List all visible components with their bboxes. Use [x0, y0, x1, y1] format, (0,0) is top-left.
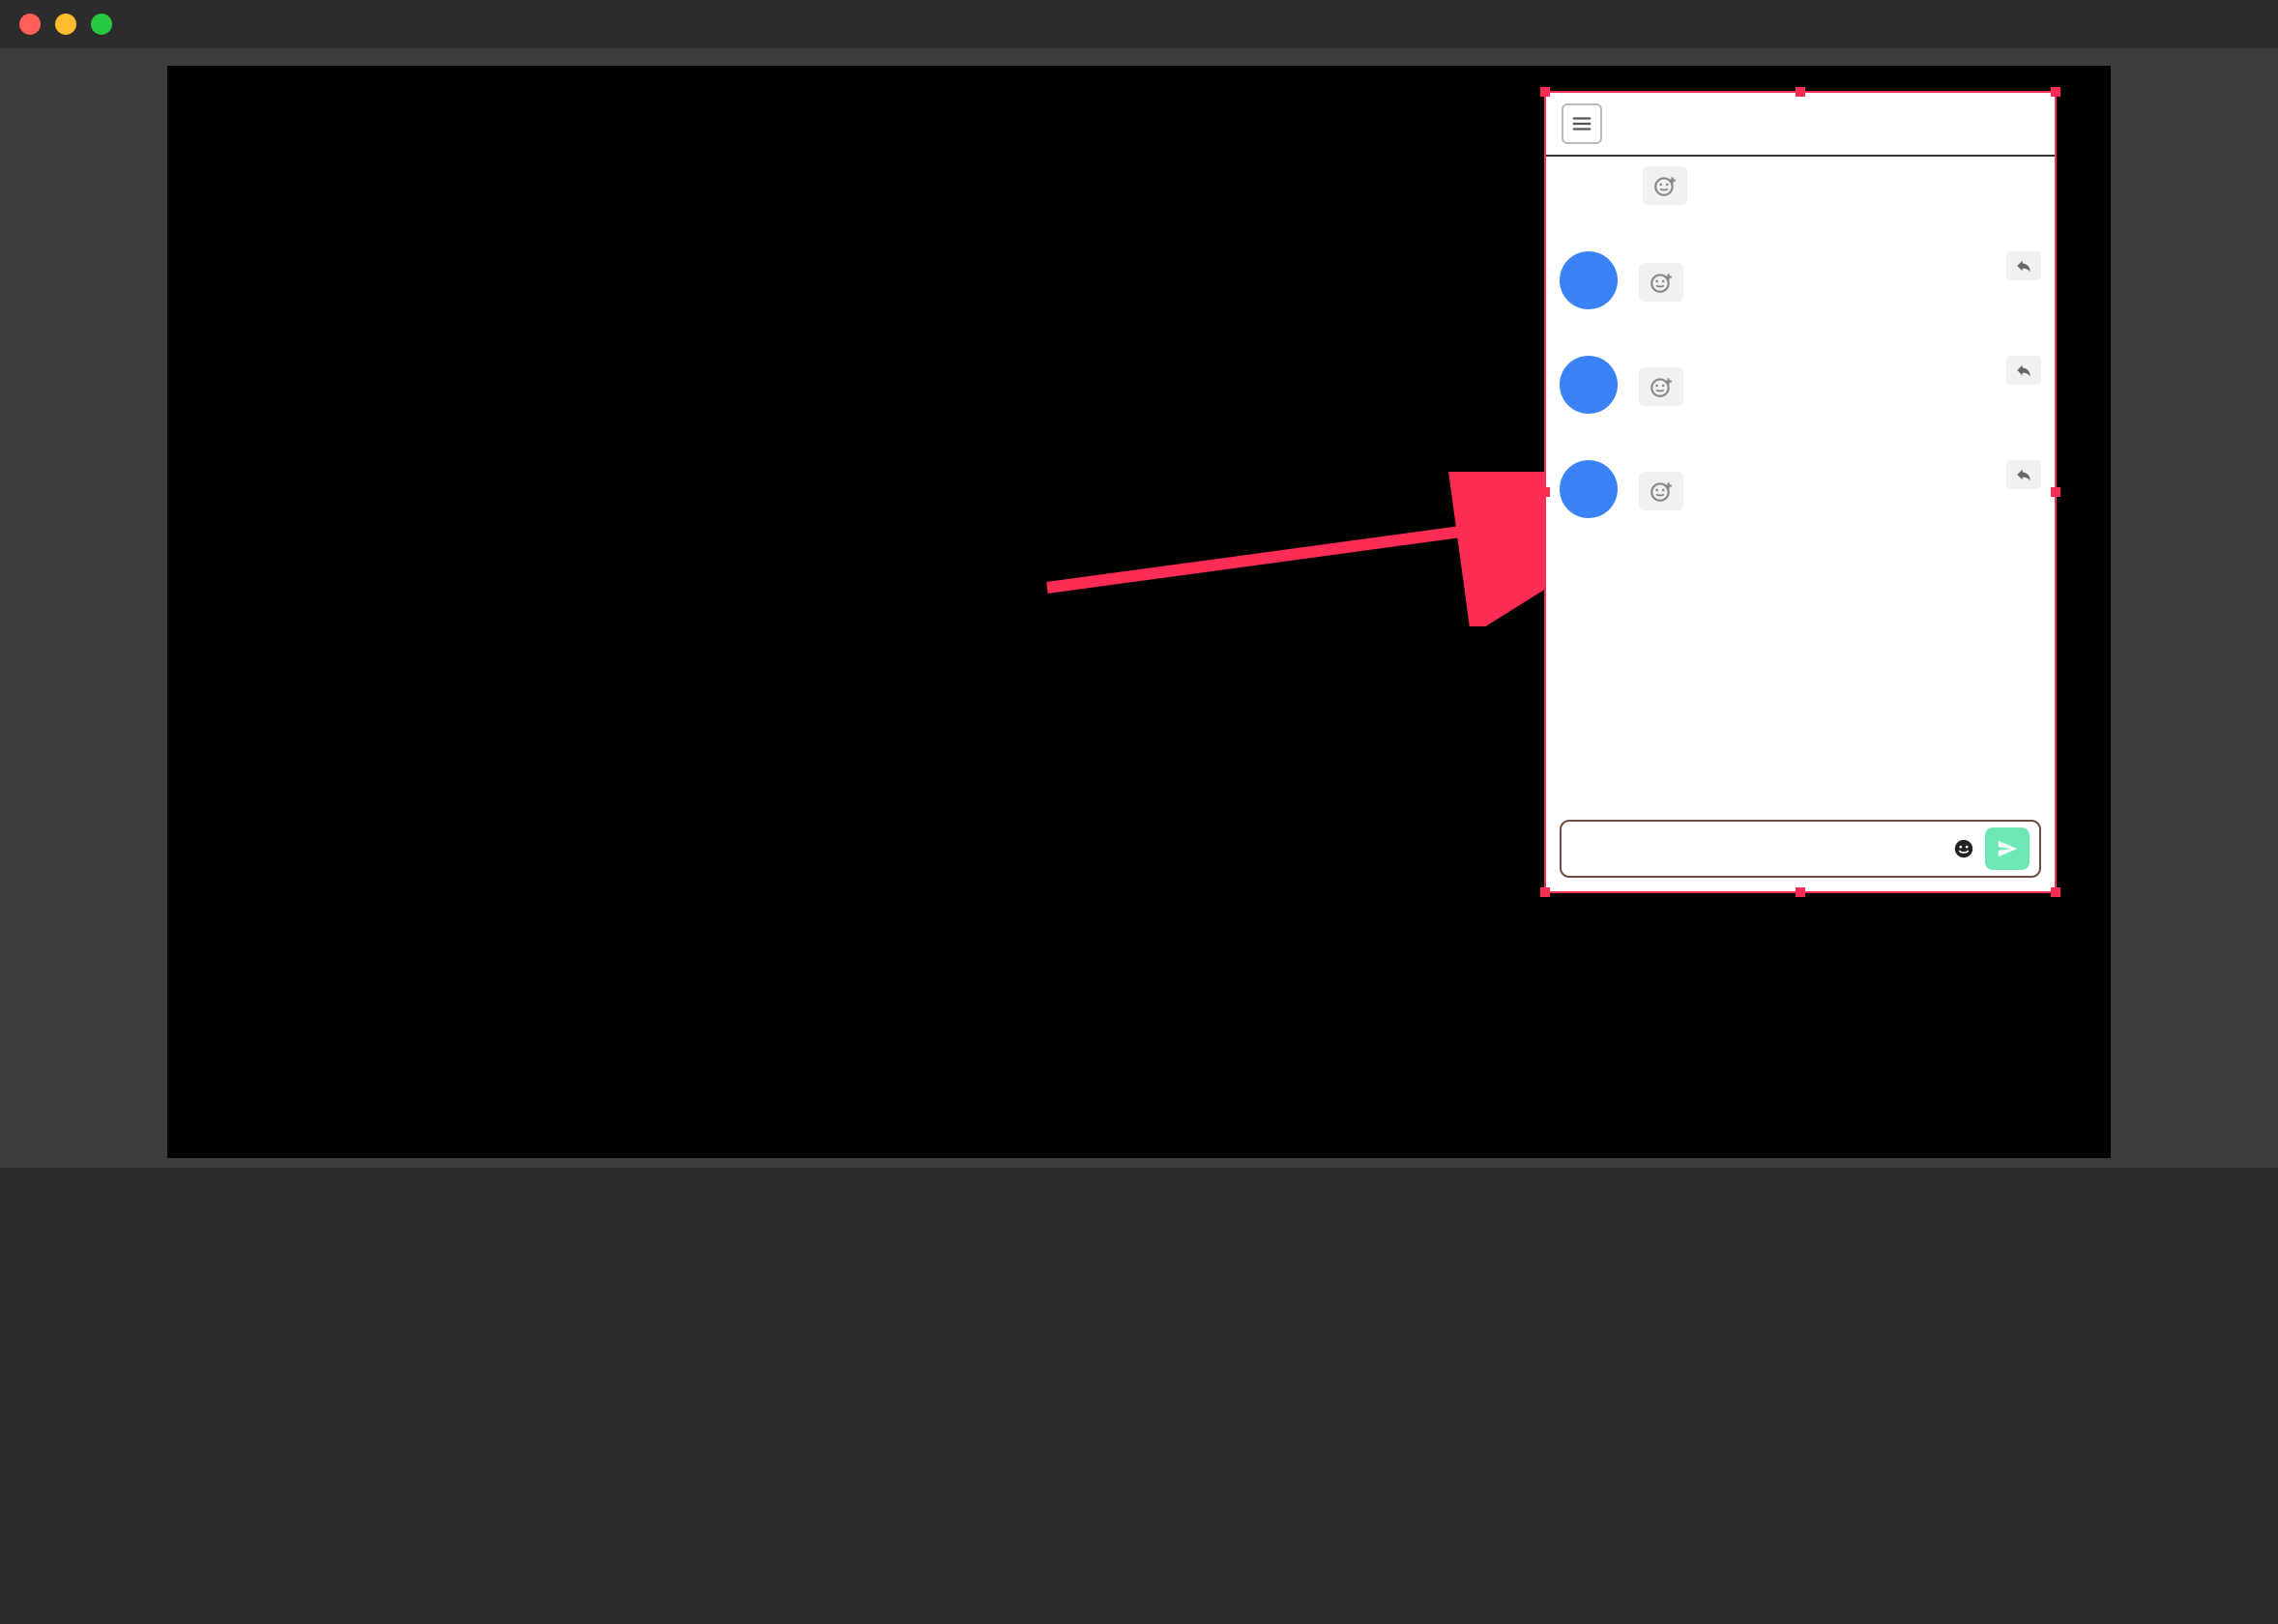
chat-message — [1560, 356, 2041, 414]
resize-handle[interactable] — [1540, 487, 1550, 497]
reaction-icon[interactable] — [1639, 367, 1683, 406]
chat-input-row — [1560, 820, 2041, 878]
reaction-icon[interactable] — [1643, 166, 1687, 205]
close-window-button[interactable] — [19, 14, 41, 35]
reply-icon[interactable] — [2006, 356, 2041, 385]
avatar — [1560, 251, 1618, 309]
send-icon[interactable] — [1985, 827, 2030, 870]
reaction-icon[interactable] — [1639, 472, 1683, 510]
resize-handle[interactable] — [1540, 87, 1550, 97]
preview-area — [0, 48, 2278, 1168]
chat-message — [1560, 460, 2041, 518]
minimize-window-button[interactable] — [55, 14, 76, 35]
resize-handle[interactable] — [2051, 487, 2060, 497]
chat-body — [1546, 157, 2055, 812]
hamburger-icon[interactable] — [1562, 103, 1602, 144]
resize-handle[interactable] — [1796, 87, 1805, 97]
preview-canvas[interactable] — [167, 66, 2111, 1158]
window-controls — [19, 14, 112, 35]
reply-icon[interactable] — [2006, 251, 2041, 280]
emoji-icon[interactable] — [1952, 837, 1975, 860]
resize-handle[interactable] — [2051, 887, 2060, 897]
reply-icon[interactable] — [2006, 460, 2041, 489]
chat-header — [1546, 93, 2055, 157]
resize-handle[interactable] — [2051, 87, 2060, 97]
chat-partial-message — [1643, 157, 2041, 205]
avatar — [1560, 356, 1618, 414]
titlebar — [0, 0, 2278, 48]
resize-handle[interactable] — [1796, 887, 1805, 897]
chat-widget-source[interactable] — [1544, 91, 2057, 893]
avatar — [1560, 460, 1618, 518]
resize-handle[interactable] — [1540, 887, 1550, 897]
chat-message — [1560, 251, 2041, 309]
zoom-window-button[interactable] — [91, 14, 112, 35]
reaction-icon[interactable] — [1639, 263, 1683, 302]
